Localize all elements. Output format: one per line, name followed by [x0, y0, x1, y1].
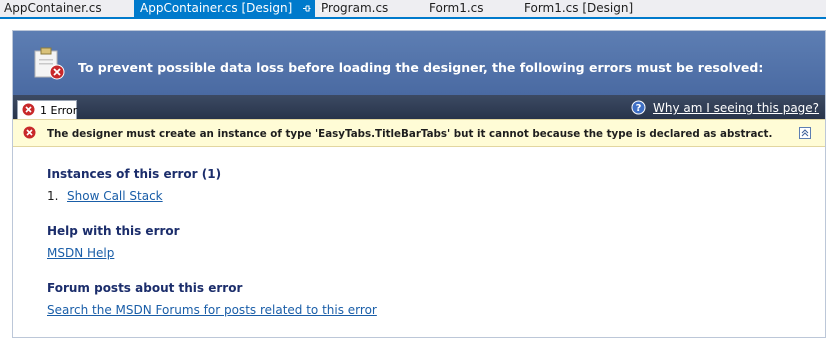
instance-number: 1.	[47, 189, 59, 203]
tab-appcontainer-design[interactable]: AppContainer.cs [Design]	[134, 0, 328, 17]
tab-form1-design[interactable]: Form1.cs [Design]	[524, 0, 633, 17]
tab-errors[interactable]: 1 Error	[17, 100, 77, 119]
error-count-label: 1 Error	[40, 104, 78, 117]
error-icon	[23, 126, 36, 139]
tab-label: AppContainer.cs	[4, 1, 102, 15]
help-icon[interactable]: ?	[631, 100, 646, 115]
document-tab-strip: AppContainer.cs AppContainer.cs [Design]…	[0, 0, 826, 19]
pin-icon[interactable]	[302, 0, 311, 17]
tab-label: AppContainer.cs [Design]	[140, 1, 293, 15]
error-icon	[22, 103, 35, 116]
msdn-forums-link[interactable]: Search the MSDN Forums for posts related…	[47, 303, 377, 317]
tab-form1-cs[interactable]: Form1.cs	[429, 0, 484, 17]
tab-label: Form1.cs [Design]	[524, 1, 634, 15]
tab-appcontainer-cs[interactable]: AppContainer.cs	[4, 0, 102, 17]
msdn-help-link[interactable]: MSDN Help	[47, 246, 114, 260]
collapse-icon[interactable]	[799, 127, 811, 139]
tab-label: Form1.cs	[429, 1, 484, 15]
forum-heading: Forum posts about this error	[47, 281, 243, 295]
help-heading: Help with this error	[47, 224, 180, 238]
error-message: The designer must create an instance of …	[47, 128, 773, 140]
error-tab-bar: 1 Error ? Why am I seeing this page?	[13, 95, 825, 119]
error-banner: To prevent possible data loss before loa…	[13, 31, 825, 95]
tab-program-cs[interactable]: Program.cs	[321, 0, 388, 17]
designer-error-page: To prevent possible data loss before loa…	[12, 30, 826, 338]
svg-text:?: ?	[636, 103, 642, 114]
why-link[interactable]: Why am I seeing this page?	[653, 101, 819, 115]
instances-heading: Instances of this error (1)	[47, 167, 222, 181]
banner-title: To prevent possible data loss before loa…	[78, 60, 764, 75]
clipboard-error-icon	[34, 47, 65, 80]
tab-label: Program.cs	[321, 1, 389, 15]
show-call-stack-link[interactable]: Show Call Stack	[67, 189, 163, 203]
error-message-bar: The designer must create an instance of …	[13, 119, 825, 147]
